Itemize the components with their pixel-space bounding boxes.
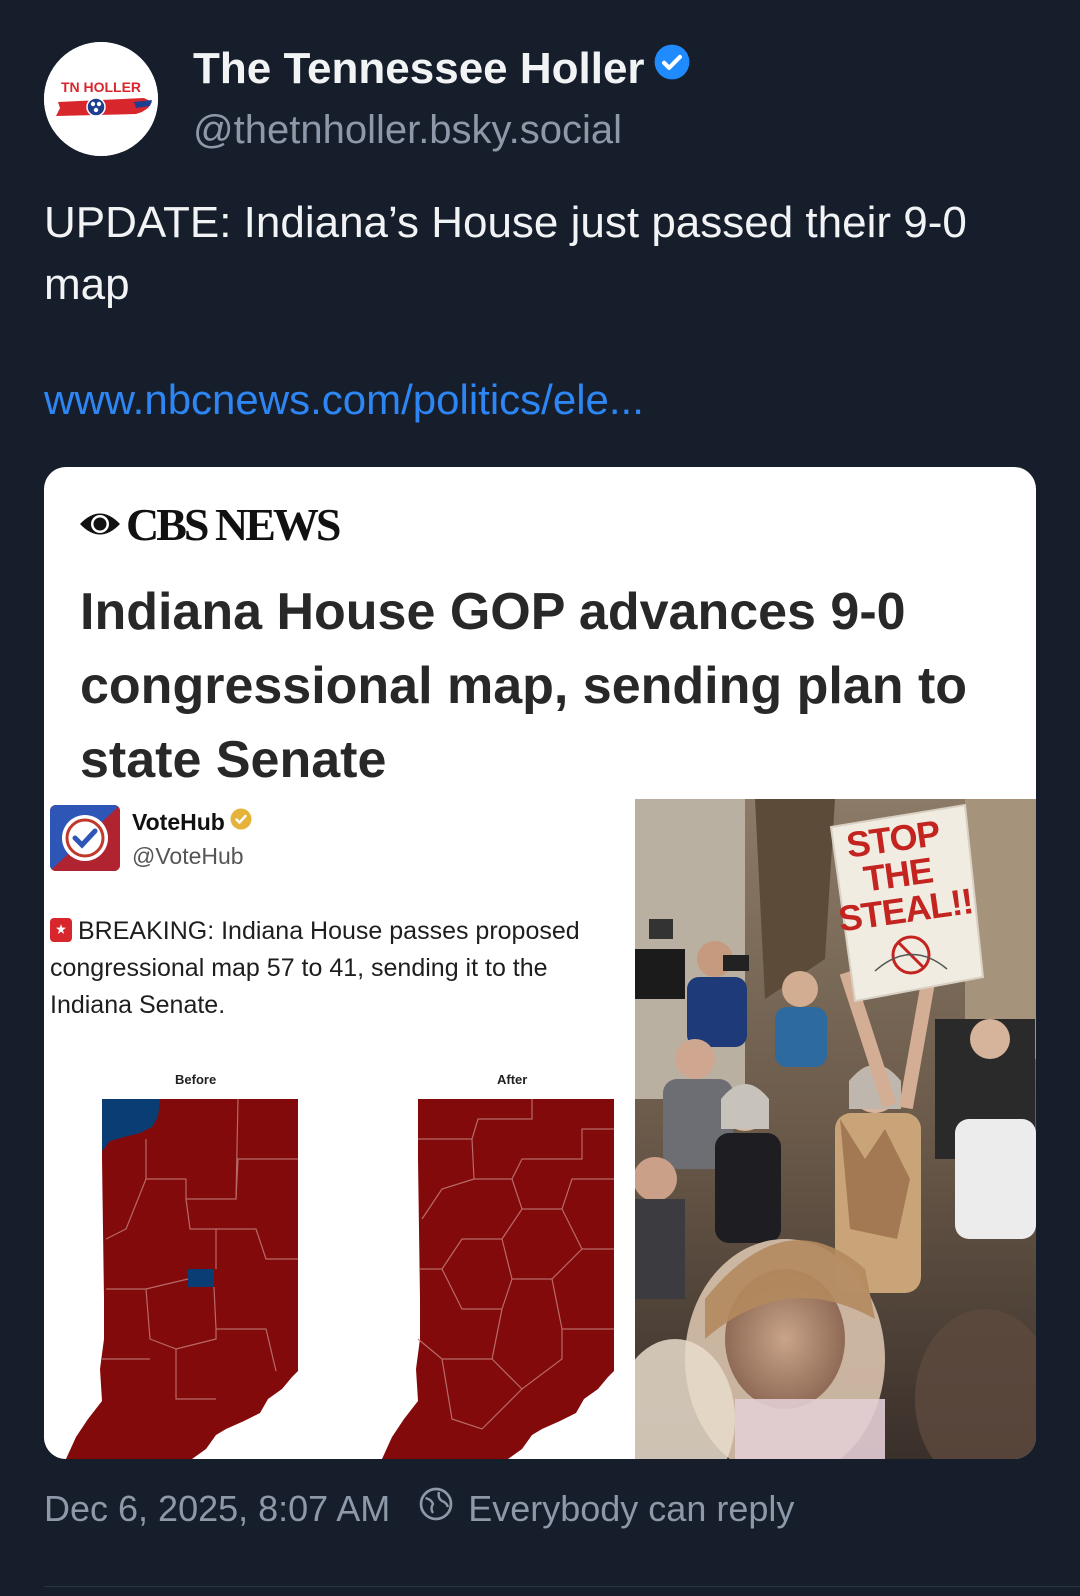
indiana-map-before bbox=[66, 1099, 298, 1459]
tn-holler-logo: TN HOLLER bbox=[44, 42, 158, 156]
post-link[interactable]: www.nbcnews.com/politics/ele... bbox=[44, 376, 644, 424]
votehub-post-screenshot: VoteHub @VoteHub BREAKING: Indiana House… bbox=[44, 799, 635, 1459]
embedded-image-card[interactable]: CBS NEWS Indiana House GOP advances 9-0 … bbox=[44, 467, 1036, 1459]
gold-verified-icon bbox=[229, 807, 253, 837]
votehub-handle: @VoteHub bbox=[132, 843, 244, 869]
reply-setting: Everybody can reply bbox=[418, 1486, 794, 1531]
reply-setting-text: Everybody can reply bbox=[468, 1487, 795, 1529]
author-name-text[interactable]: The Tennessee Holler bbox=[193, 44, 645, 93]
post-timestamp[interactable]: Dec 6, 2025, 8:07 AM bbox=[44, 1488, 390, 1530]
cbs-eye-icon bbox=[80, 513, 120, 535]
cbs-wordmark: CBS NEWS bbox=[126, 498, 341, 550]
indiana-map-after bbox=[382, 1099, 614, 1459]
protest-photo: STOP THE STEAL!! bbox=[635, 799, 1036, 1459]
alert-icon bbox=[50, 918, 72, 942]
breaking-text: BREAKING: Indiana House passes proposed … bbox=[50, 913, 630, 1024]
protest-sign-text: STOP THE STEAL!! bbox=[826, 812, 975, 939]
votehub-logo-icon bbox=[50, 805, 120, 871]
globe-icon bbox=[418, 1486, 454, 1531]
avatar-text: TN HOLLER bbox=[61, 79, 141, 95]
verified-badge-icon bbox=[653, 42, 691, 92]
post-text: UPDATE: Indiana’s House just passed thei… bbox=[44, 198, 967, 309]
votehub-name: VoteHub bbox=[132, 807, 253, 839]
author-display-name[interactable]: The Tennessee Holler bbox=[193, 44, 691, 96]
author-avatar[interactable]: TN HOLLER bbox=[44, 42, 158, 156]
map-label-after: After bbox=[497, 1072, 528, 1087]
cbs-news-logo: CBS NEWS bbox=[78, 498, 341, 550]
map-label-before: Before bbox=[175, 1072, 217, 1087]
article-headline: Indiana House GOP advances 9-0 congressi… bbox=[80, 583, 968, 789]
post-meta: Dec 6, 2025, 8:07 AM Everybody can reply bbox=[44, 1486, 794, 1531]
breaking-text-body: BREAKING: Indiana House passes proposed … bbox=[50, 917, 580, 1019]
author-handle[interactable]: @thetnholler.bsky.social bbox=[193, 108, 622, 153]
votehub-name-text: VoteHub bbox=[132, 809, 225, 836]
divider bbox=[44, 1586, 1080, 1587]
